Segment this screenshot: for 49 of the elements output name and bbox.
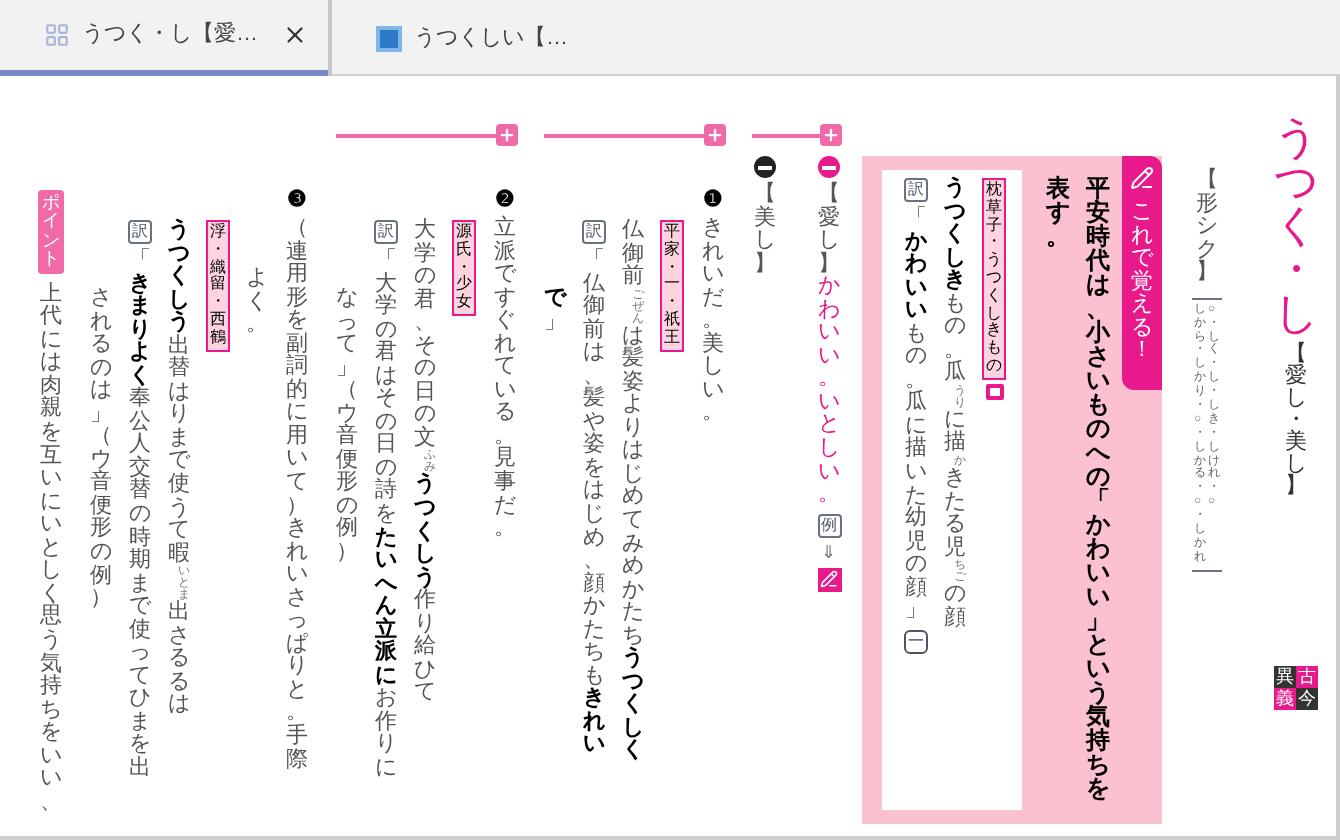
- pen-icon: [1130, 166, 1154, 190]
- plus-icon[interactable]: [704, 124, 726, 146]
- plus-icon[interactable]: [820, 124, 842, 146]
- point-badge: ポイント: [38, 190, 64, 274]
- pen-icon[interactable]: [817, 567, 841, 592]
- translation-text: 「大学の君はその日の詩を たいへん立派に お作りに: [375, 250, 397, 782]
- sense-number: ❶: [703, 190, 723, 212]
- memo-text: 平安時代は、小さいものへの「かわいい」という気持ちを: [1086, 176, 1110, 806]
- close-icon[interactable]: [282, 22, 308, 48]
- translation-text: 「仏御前は、髪や姿をはじめ、顔かたちも きれい: [583, 250, 605, 759]
- chapter-mark: 一: [904, 629, 928, 654]
- continued-text: されるのは」（ウ音便形の例）: [90, 288, 112, 612]
- source-tag: 枕草子・うつくしきもの: [982, 178, 1006, 380]
- translation-label: 訳: [374, 220, 398, 244]
- point-text: 上代には肉親を互いにいとしく思う気持ちをいい、: [40, 283, 62, 815]
- definition-text: 立派ですぐれている。見事だ。: [494, 218, 516, 542]
- source-tag: 浮・織留・西鶴: [206, 220, 230, 352]
- sense-heading: 【愛し】 かわいい。いとしい。: [818, 184, 840, 508]
- continued-text: で 」: [544, 288, 566, 335]
- example-label: 例: [817, 513, 841, 538]
- definition-text: （連用形を副詞的に用いて）きれいさっぱりと。手際: [286, 218, 308, 773]
- memo-tab-text: これで覚える！: [1131, 202, 1153, 364]
- arrow-text: ⇓: [821, 543, 837, 562]
- label-badge-cell: 異: [1274, 666, 1296, 688]
- translation-label: 訳: [128, 220, 152, 244]
- label-badge-cell: 今: [1296, 688, 1318, 710]
- headword-title: うつく・し: [1274, 116, 1318, 336]
- tab[interactable]: うつく・し【愛…: [0, 0, 328, 76]
- headword-kanji: 【愛し・美し】: [1285, 344, 1307, 498]
- translation-text: 「 きまりよく 奉公人交替の時期まで使ってひまを出: [129, 250, 151, 782]
- memo-text: 表す。: [1046, 176, 1070, 254]
- sense-number: ❷: [495, 190, 515, 212]
- definition-text: きれいだ。美しい。: [702, 218, 724, 426]
- sense-heading: 【美し】: [754, 184, 776, 277]
- grid-icon: [44, 22, 70, 48]
- tile-icon: [376, 25, 402, 51]
- source-tag: 平家・一・祇王: [660, 220, 684, 352]
- translation-label: 訳: [904, 178, 928, 202]
- tab[interactable]: うつくしい【…: [328, 0, 656, 76]
- plus-icon[interactable]: [496, 124, 518, 146]
- label-badge-cell: 古: [1296, 666, 1318, 688]
- part-of-speech: 【形シク】: [1196, 170, 1218, 286]
- continued-text: なって」（ウ音便形の例）: [336, 288, 358, 566]
- label-badge-cell: 義: [1274, 688, 1296, 710]
- translation-label: 訳: [582, 220, 606, 244]
- source-tag: 源氏・少女: [452, 220, 476, 316]
- translation-text: 「 かわいい もの。瓜に描いた幼児の顔」: [905, 208, 927, 624]
- sense-number: ❸: [287, 190, 307, 212]
- continued-text: よく。: [246, 268, 268, 338]
